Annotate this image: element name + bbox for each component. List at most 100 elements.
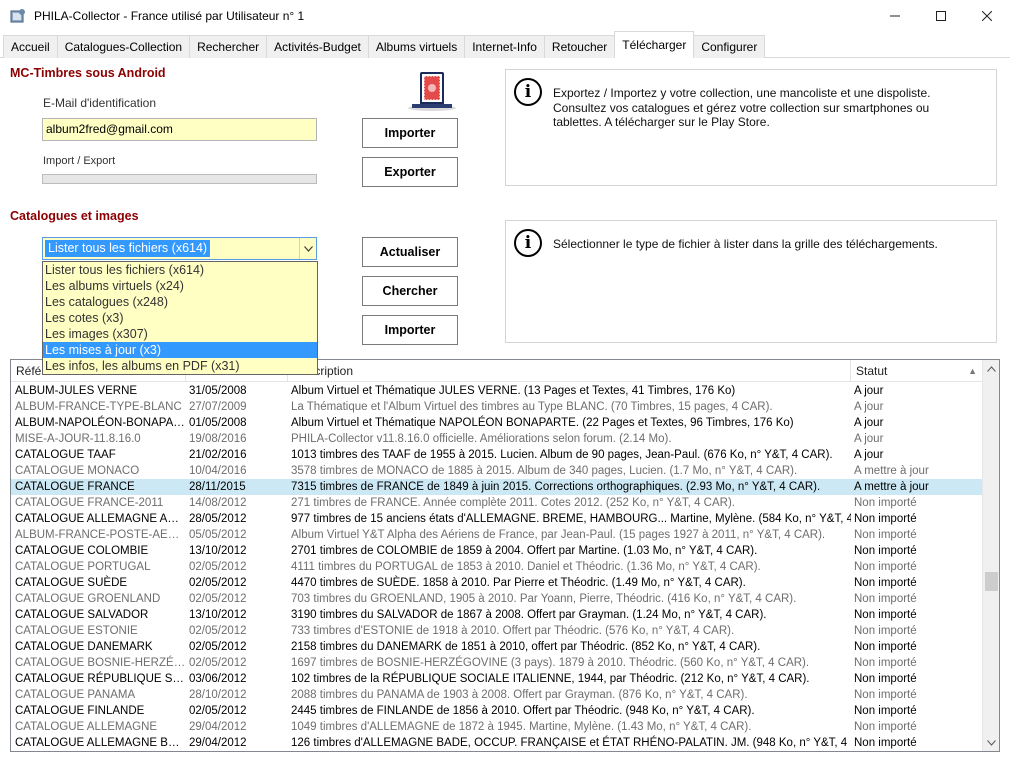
table-row[interactable]: CATALOGUE DANEMARK 02/05/2012 2158 timbres…	[11, 639, 982, 655]
cell-reference: CATALOGUE ALLEMAGNE	[15, 721, 158, 733]
cell-date: 29/04/2012	[189, 737, 247, 749]
table-row[interactable]: CATALOGUE ALLEMAGNE BADE 29/04/2012 126 ti…	[11, 735, 982, 751]
scrollbar-thumb[interactable]	[985, 572, 998, 591]
cell-status: A mettre à jour	[854, 465, 929, 477]
cell-status: Non importé	[854, 593, 917, 605]
table-row[interactable]: CATALOGUE FINLANDE 02/05/2012 2445 timbres…	[11, 703, 982, 719]
header-description[interactable]: Description	[288, 360, 851, 382]
table-row[interactable]: CATALOGUE ESTONIE 02/05/2012 733 timbres d…	[11, 623, 982, 639]
chevron-down-icon[interactable]	[299, 238, 316, 259]
table-row[interactable]: CATALOGUE ALLEMAGNE ANCIE…28/05/2012 977 …	[11, 511, 982, 527]
cell-status: Non importé	[854, 561, 917, 573]
cell-status: A mettre à jour	[854, 481, 929, 493]
table-row[interactable]: CATALOGUE SALVADOR 13/10/2012 3190 timbres…	[11, 607, 982, 623]
cell-description: 3578 timbres de MONACO de 1885 à 2015. A…	[291, 465, 798, 477]
tab-telecharger[interactable]: Télécharger	[614, 31, 695, 58]
table-row[interactable]: ALBUM-FRANCE-POSTE-AERIENNE05/05/2012 Alb…	[11, 527, 982, 543]
dropdown-option[interactable]: Lister tous les fichiers (x614)	[43, 262, 317, 278]
dropdown-option[interactable]: Les catalogues (x248)	[43, 294, 317, 310]
file-type-select[interactable]: Lister tous les fichiers (x614)	[42, 237, 317, 260]
close-button[interactable]	[964, 0, 1010, 31]
tab-configurer[interactable]: Configurer	[693, 35, 766, 58]
cell-description: 271 timbres de FRANCE. Année complète 20…	[291, 497, 735, 509]
cell-date: 02/05/2012	[189, 641, 247, 653]
tab-activites-budget[interactable]: Activités-Budget	[266, 35, 369, 58]
scroll-down-icon[interactable]	[983, 734, 999, 751]
cell-date: 29/04/2012	[189, 721, 247, 733]
refresh-button[interactable]: Actualiser	[362, 237, 458, 267]
table-row[interactable]: CATALOGUE PORTUGAL 02/05/2012 4111 timbres…	[11, 559, 982, 575]
cell-reference: CATALOGUE RÉPUBLIQUE SOCI…	[15, 673, 186, 685]
cell-status: A jour	[854, 385, 884, 397]
header-status[interactable]: Statut ▲	[851, 360, 982, 382]
table-row[interactable]: CATALOGUE COLOMBIE 13/10/2012 2701 timbres…	[11, 543, 982, 559]
cell-date: 03/06/2012	[189, 673, 247, 685]
title-bar: PHILA-Collector - France utilisé par Uti…	[0, 0, 1010, 31]
cell-reference: CATALOGUE SUÈDE	[15, 577, 128, 589]
minimize-button[interactable]	[872, 0, 918, 31]
tab-rechercher[interactable]: Rechercher	[189, 35, 268, 58]
cell-date: 02/05/2012	[189, 561, 247, 573]
tab-albums-virtuels[interactable]: Albums virtuels	[367, 35, 466, 58]
android-section-title: MC-Timbres sous Android	[10, 66, 166, 80]
catalogues-section-title: Catalogues et images	[10, 209, 139, 223]
android-info-line-1: Exportez / Importez y votre collection, …	[553, 86, 931, 100]
cell-status: Non importé	[854, 625, 917, 637]
email-field[interactable]: album2fred@gmail.com	[42, 118, 317, 141]
cell-reference: CATALOGUE FRANCE-2011	[15, 497, 164, 509]
scroll-up-icon[interactable]	[983, 360, 999, 377]
cell-reference: CATALOGUE GROENLAND	[15, 593, 161, 605]
catalogues-import-button[interactable]: Importer	[362, 315, 458, 345]
dropdown-option[interactable]: Les cotes (x3)	[43, 310, 317, 326]
dropdown-option-highlighted[interactable]: Les mises à jour (x3)	[43, 342, 317, 358]
cell-description: 2088 timbres du PANAMA de 1903 à 2008. O…	[291, 689, 748, 701]
search-button[interactable]: Chercher	[362, 276, 458, 306]
table-row[interactable]: CATALOGUE SUÈDE 02/05/2012 4470 timbres de…	[11, 575, 982, 591]
cell-reference: CATALOGUE ALLEMAGNE BADE	[15, 737, 186, 749]
table-row[interactable]: CATALOGUE FRANCE-2011 14/08/2012 271 timbr…	[11, 495, 982, 511]
file-type-dropdown: Lister tous les fichiers (x614) Les albu…	[42, 261, 318, 375]
tab-accueil[interactable]: Accueil	[3, 35, 58, 58]
android-export-button[interactable]: Exporter	[362, 157, 458, 187]
import-export-label: Import / Export	[43, 155, 116, 167]
cell-date: 10/04/2016	[189, 465, 247, 477]
cell-reference: CATALOGUE TAAF	[15, 449, 116, 461]
table-row[interactable]: CATALOGUE FRANCE 28/11/2015 7315 timbres d…	[11, 479, 982, 495]
tab-retoucher[interactable]: Retoucher	[543, 35, 616, 58]
table-row[interactable]: ALBUM-FRANCE-TYPE-BLANC 27/07/2009 La Thém…	[11, 399, 982, 415]
dropdown-option[interactable]: Les images (x307)	[43, 326, 317, 342]
table-row[interactable]: CATALOGUE PANAMA 28/10/2012 2088 timbres d…	[11, 687, 982, 703]
cell-date: 28/05/2012	[189, 513, 247, 525]
cell-date: 02/05/2012	[189, 577, 247, 589]
table-row[interactable]: CATALOGUE TAAF 21/02/2016 1013 timbres des…	[11, 447, 982, 463]
android-info-box: i Exportez / Importez y votre collection…	[505, 69, 997, 186]
cell-reference: CATALOGUE BOSNIE-HERZÉGO…	[15, 657, 186, 669]
table-row[interactable]: MISE-A-JOUR-11.8.16.0 19/08/2016 PHILA-Col…	[11, 431, 982, 447]
cell-date: 19/08/2016	[189, 433, 247, 445]
cell-reference: CATALOGUE MONACO	[15, 465, 140, 477]
cell-reference: ALBUM-JULES VERNE	[15, 385, 138, 397]
table-row[interactable]: ALBUM-JULES VERNE 31/05/2008 Album Virtuel…	[11, 383, 982, 399]
table-row[interactable]: CATALOGUE MONACO 10/04/2016 3578 timbres d…	[11, 463, 982, 479]
cell-description: 2445 timbres de FINLANDE de 1856 à 2010.…	[291, 705, 755, 717]
android-info-line-3: tablettes. A télécharger sur le Play Sto…	[553, 115, 770, 129]
maximize-button[interactable]	[918, 0, 964, 31]
cell-reference: CATALOGUE ESTONIE	[15, 625, 138, 637]
android-import-button[interactable]: Importer	[362, 118, 458, 148]
cell-status: A jour	[854, 449, 884, 461]
table-row[interactable]: CATALOGUE GROENLAND 02/05/2012 703 timbres…	[11, 591, 982, 607]
table-row[interactable]: ALBUM-NAPOLÉON-BONAPARTE 01/05/2008 Album …	[11, 415, 982, 431]
cell-description: 1049 timbres d'ALLEMAGNE de 1872 à 1945.…	[291, 721, 752, 733]
cell-description: Album Virtuel Y&T Alpha des Aériens de F…	[291, 529, 826, 541]
table-row[interactable]: CATALOGUE RÉPUBLIQUE SOCI… 03/06/2012 102 …	[11, 671, 982, 687]
cell-description: 733 timbres d'ESTONIE de 1918 à 2010. Of…	[291, 625, 735, 637]
table-row[interactable]: CATALOGUE BOSNIE-HERZÉGO… 02/05/2012 1697 …	[11, 655, 982, 671]
dropdown-option[interactable]: Les infos, les albums en PDF (x31)	[43, 358, 317, 374]
table-row[interactable]: CATALOGUE ALLEMAGNE 29/04/2012 1049 timbre…	[11, 719, 982, 735]
cell-description: Album Virtuel et Thématique NAPOLÉON BON…	[291, 417, 794, 429]
tab-internet-info[interactable]: Internet-Info	[464, 35, 545, 58]
dropdown-option[interactable]: Les albums virtuels (x24)	[43, 278, 317, 294]
cell-reference: ALBUM-NAPOLÉON-BONAPARTE	[15, 417, 186, 429]
tab-catalogues-collection[interactable]: Catalogues-Collection	[56, 35, 191, 58]
vertical-scrollbar[interactable]	[982, 360, 999, 751]
